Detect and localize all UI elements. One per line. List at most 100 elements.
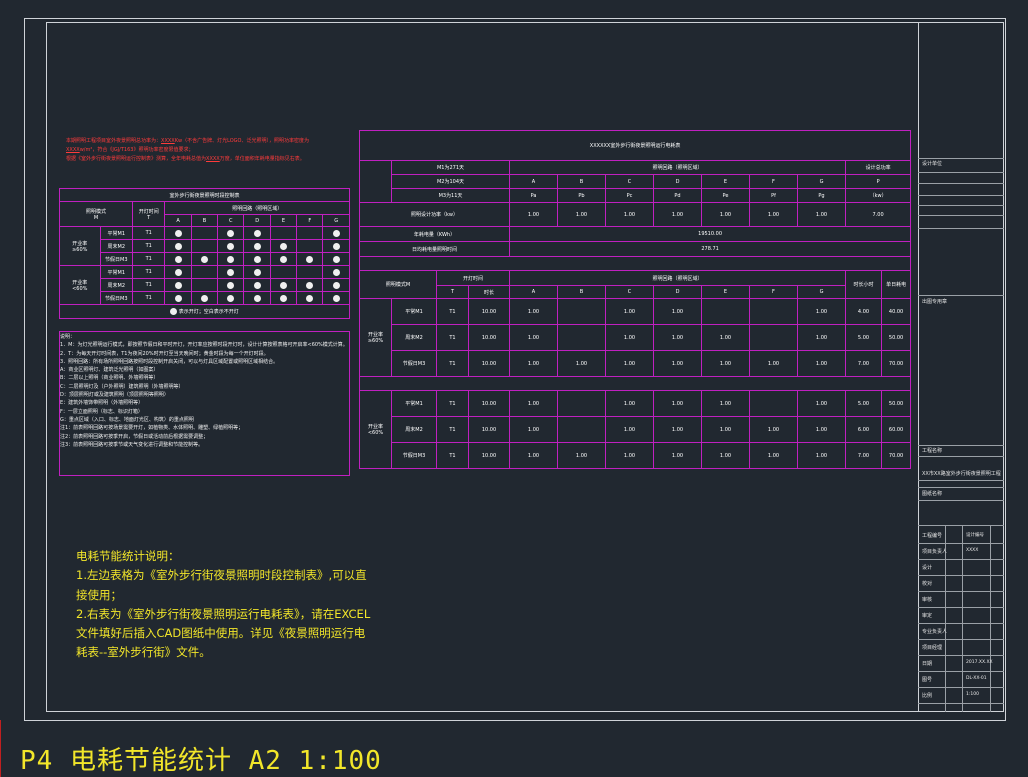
lamp-on-icon xyxy=(174,268,182,276)
circuit-cell xyxy=(322,252,350,266)
mode-cell: 周末M2 xyxy=(99,239,133,253)
circuit-cell xyxy=(322,291,350,305)
circuit-cell xyxy=(190,226,219,240)
hours-col-header: 时长小时 xyxy=(845,270,882,299)
red-notes: 本期照明工程项目室外夜景照明总功率为：XXXXKw（不含广告牌、灯光LOGO、泛… xyxy=(66,138,309,162)
design-power-value: 1.00 xyxy=(701,202,750,227)
drawing-label: 图纸名称 xyxy=(922,491,943,497)
circuit-value: 1.00 xyxy=(605,350,654,377)
power-unit: （kw） xyxy=(844,188,912,203)
energy-statistics-notes: 电耗节能统计说明： 1.左边表格为《室外步行街夜景照明时段控制表》,可以直接使用… xyxy=(76,547,376,663)
circuit-letter: E xyxy=(269,214,298,227)
power-label: Pd xyxy=(653,188,702,203)
project-label: 工程名称 xyxy=(922,448,943,454)
circuit-value: 1.00 xyxy=(797,324,846,351)
title-block-value: XXXX xyxy=(966,548,979,553)
lamp-on-icon xyxy=(174,294,182,302)
left-table-legend: 表示开灯；空白表示不开灯 xyxy=(59,304,350,319)
circuit-value xyxy=(701,298,750,325)
occupancy-group: 开业率 <60% xyxy=(59,265,101,305)
title-block-field: 审核 xyxy=(922,597,933,603)
hours-cell: 7.00 xyxy=(845,350,882,377)
circuit-cell xyxy=(243,291,271,305)
hours-cell: 5.00 xyxy=(845,390,882,417)
legend-dot-icon xyxy=(170,308,178,315)
title-block-field: 校对 xyxy=(922,581,933,587)
circuit-letter: D xyxy=(243,214,271,227)
lamp-on-icon xyxy=(332,268,340,276)
circuit-cell xyxy=(322,265,350,279)
circuit-cell xyxy=(217,291,245,305)
mode-cell: 节假日M3 xyxy=(99,291,133,305)
title-block-line xyxy=(918,623,1004,624)
circuit-cell xyxy=(322,239,350,253)
title-block-line xyxy=(918,525,1004,526)
col-time-header: 开灯时间 T xyxy=(131,201,166,227)
circuit-header-2: 照明回路（照明区域） xyxy=(509,270,846,286)
circuit-cell xyxy=(243,278,271,292)
title-block-line xyxy=(918,687,1004,688)
design-power-value: 1.00 xyxy=(797,202,846,227)
hours-cell: 5.00 xyxy=(845,324,882,351)
circuit-cell xyxy=(190,252,219,266)
circuit-letter: E xyxy=(701,285,750,299)
table-row: 节假日M3 T1 xyxy=(60,252,350,266)
title-block-value: 2017.XX.XX xyxy=(966,660,993,665)
energy-consumption-table: XXXXXX室外步行街夜景照明运行电耗表 M1为271天 照明回路（照明区域） 设计总… xyxy=(358,130,912,469)
circuit-value: 1.00 xyxy=(557,350,606,377)
title-block-divider xyxy=(918,22,919,712)
lamp-on-icon xyxy=(174,242,182,250)
circuit-value xyxy=(557,298,606,325)
occupancy-group: 开业率 ≥60% xyxy=(359,298,392,377)
circuit-header: 照明回路（照明区域） xyxy=(509,160,846,175)
m1-days: M1为271天 xyxy=(391,160,510,175)
table-row: 开业率 ≥60% 平常M1 T1 10.00 1.00 1.00 1.00 1.00 4.00 4… xyxy=(359,298,912,377)
title-block-line xyxy=(918,158,1004,159)
lamp-on-icon xyxy=(279,255,287,263)
circuit-letter: C xyxy=(605,174,654,189)
title-block-divider-3 xyxy=(962,525,963,712)
right-table-title: XXXXXX室外步行街夜景照明运行电耗表 xyxy=(358,130,912,161)
title-block-line xyxy=(918,559,1004,560)
table-row: 节假日M3 T1 10.00 1.00 1.00 1.00 1.00 1.00 1.00 1.00… xyxy=(360,350,912,377)
circuit-cell xyxy=(164,278,192,292)
circuit-value: 1.00 xyxy=(509,298,558,325)
spacer-row xyxy=(358,256,912,271)
circuit-letter: G xyxy=(797,285,846,299)
circuit-cell xyxy=(296,265,324,279)
circuit-letter: B xyxy=(190,214,219,227)
title-block-line xyxy=(918,480,1004,481)
circuit-cell xyxy=(190,278,219,292)
circuit-value: 1.00 xyxy=(557,442,606,469)
circuit-cell xyxy=(164,265,192,279)
circuit-value: 1.00 xyxy=(605,390,654,417)
design-power-label: 照明设计功率（kw） xyxy=(359,202,510,227)
circuit-value: 1.00 xyxy=(509,416,558,443)
circuit-letter: A xyxy=(164,214,192,227)
title-block-line xyxy=(918,639,1004,640)
circuit-cell xyxy=(190,265,219,279)
title-block-value: DL-XX-01 xyxy=(966,676,987,681)
circuit-letter: G xyxy=(797,174,846,189)
circuit-cell xyxy=(217,226,245,240)
title-block-line xyxy=(918,575,1004,576)
total-power-header: 设计总功率 xyxy=(844,160,912,175)
circuit-letter: F xyxy=(749,285,798,299)
title-block-line xyxy=(918,703,1004,704)
circuit-value: 1.00 xyxy=(653,350,702,377)
time-cell: T1 xyxy=(436,390,469,417)
lamp-on-icon xyxy=(253,281,261,289)
time-cell: T1 xyxy=(436,350,469,377)
lamp-on-icon xyxy=(200,294,208,302)
table-row: 开业率 <60% 平常M1 T1 10.00 1.00 1.00 1.00 1.00 1.00 5… xyxy=(359,390,912,469)
circuit-cell xyxy=(190,239,219,253)
circuit-cell xyxy=(164,252,192,266)
mode-cell: 周末M2 xyxy=(391,324,437,351)
title-block-line xyxy=(918,591,1004,592)
col-mode-header: 照明模式 M xyxy=(59,201,133,227)
circuit-cell xyxy=(296,239,324,253)
title-block-line xyxy=(918,671,1004,672)
duration-header: 时长 xyxy=(468,285,510,299)
energy-cell: 60.00 xyxy=(880,416,912,443)
circuit-value: 1.00 xyxy=(701,390,750,417)
